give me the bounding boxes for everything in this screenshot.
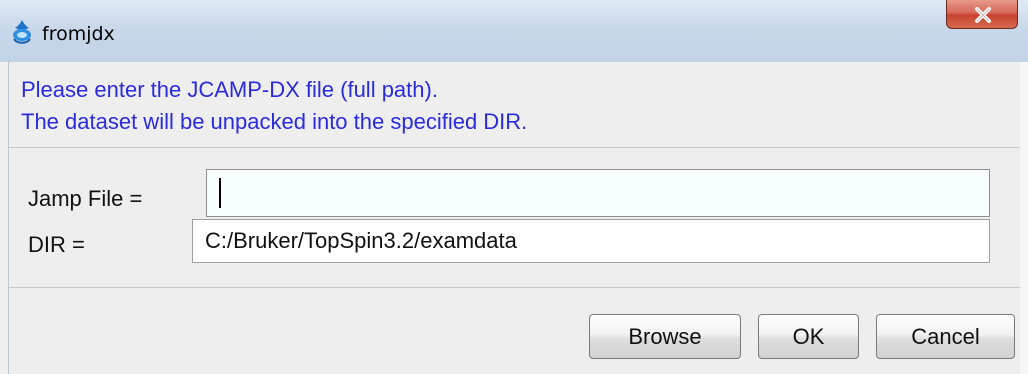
cancel-button[interactable]: Cancel xyxy=(876,314,1015,359)
topspin-app-icon xyxy=(9,19,35,45)
dir-input[interactable]: C:/Bruker/TopSpin3.2/examdata xyxy=(192,219,990,263)
ok-button[interactable]: OK xyxy=(758,314,859,359)
dialog-window: fromjdx Please enter the JCAMP-DX file (… xyxy=(0,0,1028,374)
close-icon xyxy=(975,7,991,23)
instruction-message: Please enter the JCAMP-DX file (full pat… xyxy=(21,74,527,138)
window-right-edge xyxy=(1020,62,1028,374)
jcamp-file-input[interactable] xyxy=(206,169,990,217)
dir-value: C:/Bruker/TopSpin3.2/examdata xyxy=(205,228,517,253)
window-title: fromjdx xyxy=(42,23,115,45)
close-button[interactable] xyxy=(946,0,1018,29)
dir-label: DIR = xyxy=(28,232,85,257)
instruction-line-1: Please enter the JCAMP-DX file (full pat… xyxy=(21,77,438,102)
title-bar[interactable]: fromjdx xyxy=(0,0,1028,62)
instruction-line-2: The dataset will be unpacked into the sp… xyxy=(21,109,528,134)
jcamp-file-label: Jamp File = xyxy=(28,186,143,211)
dialog-content: Please enter the JCAMP-DX file (full pat… xyxy=(8,62,1021,374)
separator-top xyxy=(9,147,1021,148)
browse-button[interactable]: Browse xyxy=(589,314,741,359)
text-caret xyxy=(219,178,221,208)
separator-bottom xyxy=(9,287,1021,288)
